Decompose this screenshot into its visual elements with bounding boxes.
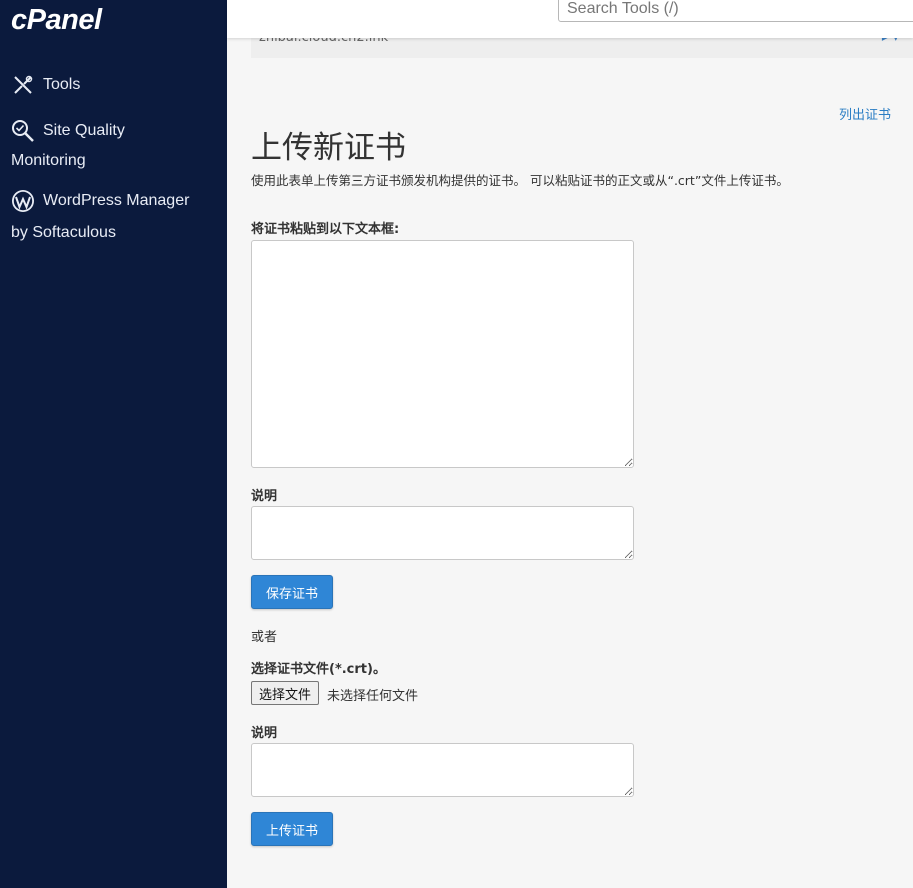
search-input[interactable]: Search Tools (/)	[558, 0, 913, 22]
file-label: 选择证书文件(*.crt)。	[251, 662, 386, 677]
wordpress-icon	[11, 189, 35, 213]
description-textarea[interactable]	[251, 506, 634, 560]
site-quality-icon	[11, 119, 35, 143]
sidebar-item-wordpress-manager[interactable]: WordPress Manager	[11, 185, 189, 217]
sidebar-item-site-quality-line2[interactable]: Monitoring	[11, 145, 86, 177]
description-label-2: 说明	[251, 726, 278, 741]
upload-description-textarea[interactable]	[251, 743, 634, 797]
description-label: 说明	[251, 489, 278, 504]
save-certificate-button[interactable]: 保存证书	[251, 575, 333, 609]
or-text: 或者	[251, 630, 278, 645]
choose-file-button[interactable]: 选择文件	[251, 681, 320, 705]
sidebar-item-label: Site Quality	[43, 122, 125, 139]
tools-icon	[11, 73, 35, 97]
sidebar-item-label: WordPress Manager	[43, 192, 190, 209]
sidebar-item-site-quality[interactable]: Site Quality	[11, 115, 125, 147]
certificate-textarea[interactable]	[251, 240, 634, 468]
upload-certificate-button[interactable]: 上传证书	[251, 812, 333, 846]
sidebar-item-tools[interactable]: Tools	[11, 69, 80, 101]
page-description: 使用此表单上传第三方证书颁发机构提供的证书。 可以粘贴证书的正文或从“.crt”…	[251, 173, 789, 188]
sidebar-item-label: Monitoring	[11, 152, 86, 169]
sidebar-item-label: by Softaculous	[11, 224, 116, 241]
paste-certificate-label: 将证书粘贴到以下文本框:	[251, 222, 400, 237]
sidebar: cPanel Tools Site Quality Monitoring Wor…	[0, 0, 227, 888]
sidebar-item-wordpress-manager-line2[interactable]: by Softaculous	[11, 217, 116, 249]
sidebar-item-label: Tools	[43, 76, 81, 93]
cpanel-logo[interactable]: cPanel	[11, 4, 102, 37]
page-title: 上传新证书	[251, 130, 406, 166]
file-status: 未选择任何文件	[327, 689, 419, 704]
top-bar: Search Tools (/)	[227, 0, 913, 38]
list-certificates-link[interactable]: 列出证书	[839, 104, 891, 123]
